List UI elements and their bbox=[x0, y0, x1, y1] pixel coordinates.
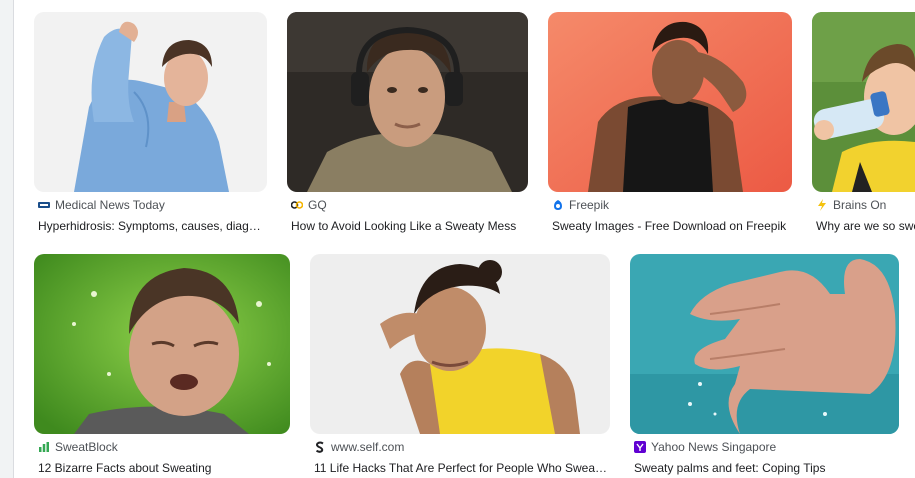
result-source[interactable]: SweatBlock bbox=[38, 439, 288, 455]
result-source[interactable]: Medical News Today bbox=[38, 197, 266, 213]
result-source[interactable]: Freepik bbox=[552, 197, 790, 213]
result-title[interactable]: Why are we so sweaty? bbox=[816, 217, 915, 235]
result-thumbnail[interactable] bbox=[287, 12, 528, 192]
result-thumbnail[interactable] bbox=[310, 254, 610, 434]
yahoo-icon bbox=[634, 441, 646, 453]
brains-on-icon bbox=[816, 199, 828, 211]
result-source[interactable]: www.self.com bbox=[314, 439, 608, 455]
result-title[interactable]: Hyperhidrosis: Symptoms, causes, diagnos… bbox=[38, 217, 266, 235]
result-title[interactable]: Sweaty palms and feet: Coping Tips bbox=[634, 459, 898, 477]
result-thumbnail[interactable] bbox=[548, 12, 792, 192]
result-source[interactable]: Yahoo News Singapore bbox=[634, 439, 898, 455]
result-title[interactable]: How to Avoid Looking Like a Sweaty Mess bbox=[291, 217, 525, 235]
result-source[interactable]: Brains On bbox=[816, 197, 915, 213]
medical-news-today-icon bbox=[38, 199, 50, 211]
result-source[interactable]: GQ bbox=[291, 197, 527, 213]
self-icon bbox=[314, 441, 326, 453]
result-source-name: Medical News Today bbox=[55, 198, 165, 212]
freepik-icon bbox=[552, 199, 564, 211]
page-left-edge bbox=[0, 0, 14, 478]
result-title[interactable]: 12 Bizarre Facts about Sweating bbox=[38, 459, 288, 477]
sweatblock-icon bbox=[38, 441, 50, 453]
result-title[interactable]: Sweaty Images - Free Download on Freepik bbox=[552, 217, 788, 235]
result-source-name: www.self.com bbox=[331, 440, 405, 454]
result-thumbnail[interactable] bbox=[630, 254, 899, 434]
result-title[interactable]: 11 Life Hacks That Are Perfect for Peopl… bbox=[314, 459, 608, 477]
result-source-name: GQ bbox=[308, 198, 327, 212]
result-source-name: Freepik bbox=[569, 198, 610, 212]
result-source-name: SweatBlock bbox=[55, 440, 118, 454]
gq-icon bbox=[291, 199, 303, 211]
result-thumbnail[interactable] bbox=[34, 254, 290, 434]
result-source-name: Yahoo News Singapore bbox=[651, 440, 777, 454]
result-source-name: Brains On bbox=[833, 198, 887, 212]
result-thumbnail[interactable] bbox=[34, 12, 267, 192]
result-thumbnail[interactable] bbox=[812, 12, 915, 192]
